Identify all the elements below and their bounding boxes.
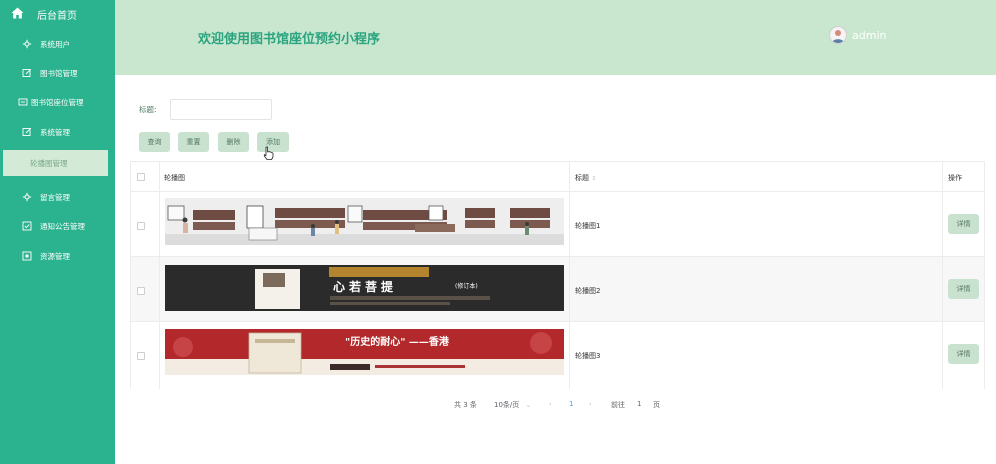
seat-icon bbox=[18, 97, 28, 107]
prev-page-icon[interactable]: ‹ bbox=[549, 400, 552, 408]
book-promo-title: "历史的耐心" ——香港 bbox=[345, 337, 449, 348]
column-header-image: 轮播图 bbox=[164, 174, 185, 182]
column-header-title[interactable]: 标题 ⇕ bbox=[575, 173, 596, 183]
sidebar-item-system-users[interactable]: 系统用户 bbox=[0, 33, 115, 55]
sidebar-home-label: 后台首页 bbox=[37, 10, 77, 22]
sidebar-item-label: 留言管理 bbox=[40, 192, 70, 202]
delete-button[interactable]: 删除 bbox=[218, 132, 249, 152]
checkbox-icon bbox=[22, 221, 32, 231]
gear-flower-icon bbox=[22, 192, 32, 202]
search-input[interactable] bbox=[170, 99, 272, 120]
sidebar-item-resources[interactable]: 资源管理 bbox=[0, 245, 115, 267]
row-checkbox[interactable] bbox=[137, 287, 145, 295]
row-title: 轮播图1 bbox=[575, 222, 601, 230]
table-border bbox=[942, 161, 943, 389]
header: 欢迎使用图书馆座位预约小程序 admin bbox=[115, 0, 996, 75]
row-title: 轮播图2 bbox=[575, 287, 601, 295]
user-menu[interactable]: admin bbox=[829, 26, 886, 44]
row-checkbox[interactable] bbox=[137, 222, 145, 230]
column-header-title-label: 标题 bbox=[575, 174, 589, 182]
edit-icon bbox=[22, 127, 32, 137]
table-border bbox=[130, 161, 131, 389]
sidebar-item-label: 资源管理 bbox=[40, 251, 70, 261]
carousel-image[interactable]: "历史的耐心" ——香港 bbox=[165, 329, 564, 375]
carousel-image[interactable] bbox=[165, 198, 564, 245]
goto-label: 前往 bbox=[611, 401, 625, 409]
avatar bbox=[829, 26, 847, 44]
next-page-icon[interactable]: › bbox=[589, 400, 592, 408]
reset-button[interactable]: 重置 bbox=[178, 132, 209, 152]
detail-button[interactable]: 详情 bbox=[948, 279, 979, 299]
page-unit: 页 bbox=[653, 401, 660, 409]
book-promo-title: 心若菩提 bbox=[333, 280, 398, 294]
detail-button[interactable]: 详情 bbox=[948, 344, 979, 364]
sidebar-item-system[interactable]: 系统管理 bbox=[0, 121, 115, 143]
chevron-down-icon: ⌄ bbox=[525, 401, 532, 409]
edit-icon bbox=[22, 68, 32, 78]
book-promo-subtitle: (修订本) bbox=[455, 283, 478, 290]
goto-input[interactable]: 1 bbox=[637, 400, 641, 408]
carousel-image[interactable]: 心若菩提 (修订本) bbox=[165, 265, 564, 311]
sidebar: 后台首页 系统用户 图书馆管理 图书馆座位管理 系统管理 轮播图管理 留言管理 bbox=[0, 0, 115, 464]
gear-flower-icon bbox=[22, 39, 32, 49]
sidebar-item-label: 通知公告管理 bbox=[40, 221, 85, 231]
table-row: "历史的耐心" ——香港 轮播图3 详情 bbox=[130, 322, 985, 387]
sidebar-item-library-seat[interactable]: 图书馆座位管理 bbox=[0, 91, 115, 113]
table-row: 心若菩提 (修订本) 轮播图2 详情 bbox=[130, 257, 985, 322]
page-size-select[interactable]: 10条/页 ⌄ bbox=[494, 400, 531, 410]
username: admin bbox=[852, 28, 887, 42]
page-size-value: 10条/页 bbox=[494, 401, 520, 409]
table-row: 轮播图1 详情 bbox=[130, 192, 985, 257]
sidebar-item-messages[interactable]: 留言管理 bbox=[0, 186, 115, 208]
sidebar-item-label: 图书馆座位管理 bbox=[31, 97, 84, 107]
sidebar-item-label: 图书馆管理 bbox=[40, 68, 78, 78]
pagination-total: 共 3 条 bbox=[454, 401, 477, 409]
sidebar-item-carousel[interactable]: 轮播图管理 bbox=[3, 150, 108, 176]
row-title: 轮播图3 bbox=[575, 352, 601, 360]
hand-cursor-icon bbox=[263, 146, 274, 160]
sidebar-home[interactable]: 后台首页 bbox=[0, 0, 115, 28]
row-checkbox[interactable] bbox=[137, 352, 145, 360]
sidebar-item-library[interactable]: 图书馆管理 bbox=[0, 62, 115, 84]
query-button[interactable]: 查询 bbox=[139, 132, 170, 152]
column-header-ops: 操作 bbox=[948, 174, 962, 182]
sidebar-item-notices[interactable]: 通知公告管理 bbox=[0, 215, 115, 237]
page-title: 欢迎使用图书馆座位预约小程序 bbox=[198, 32, 381, 47]
home-icon bbox=[11, 7, 31, 22]
table-header: 轮播图 标题 ⇕ 操作 bbox=[130, 161, 985, 192]
search-label: 标题: bbox=[139, 105, 157, 114]
table-border bbox=[569, 161, 570, 389]
sidebar-item-label: 系统管理 bbox=[40, 127, 70, 137]
table-border bbox=[984, 161, 985, 389]
sidebar-item-label: 轮播图管理 bbox=[30, 158, 68, 168]
select-all-checkbox[interactable] bbox=[137, 173, 145, 181]
library-interior-image bbox=[165, 198, 564, 245]
window-icon bbox=[22, 251, 32, 261]
sort-icon: ⇕ bbox=[591, 175, 597, 182]
table-border bbox=[159, 161, 160, 389]
detail-button[interactable]: 详情 bbox=[948, 214, 979, 234]
page-number[interactable]: 1 bbox=[569, 400, 573, 408]
sidebar-item-label: 系统用户 bbox=[40, 39, 70, 49]
